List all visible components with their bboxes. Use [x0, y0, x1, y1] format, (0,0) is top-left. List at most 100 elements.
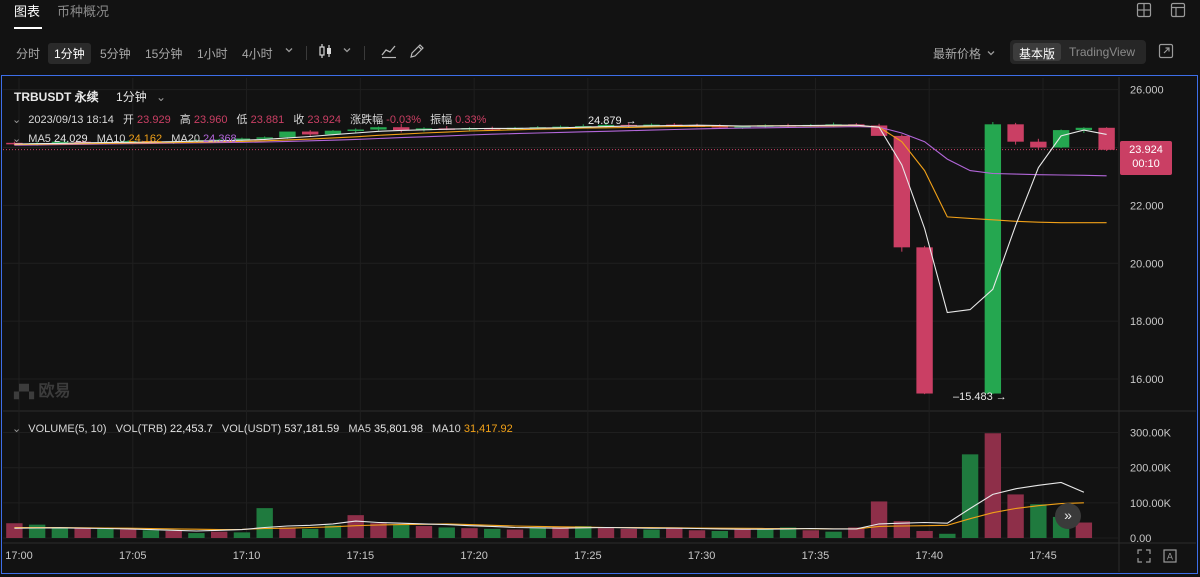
candle-body [1007, 124, 1024, 142]
volume-bar [506, 529, 524, 538]
low-label: 低 [236, 114, 248, 126]
volume-collapse-chevron-icon[interactable]: ⌄ [12, 423, 21, 435]
low-annotation-value: 15.483 [959, 391, 993, 403]
vol-usdt-value: 537,181.59 [284, 423, 340, 435]
volume-bar [165, 530, 182, 538]
okx-watermark: ▞▚ 欧易 [14, 377, 70, 401]
reset-scale-icon[interactable] [1137, 549, 1151, 566]
volume-bar [734, 529, 751, 538]
volume-bar [302, 528, 319, 538]
high-label: 高 [179, 114, 191, 126]
candle-body [1052, 130, 1070, 148]
current-price-marker: 23.924 00:10 [1120, 141, 1172, 175]
volume-bar [279, 527, 296, 538]
okx-logo-icon: ▞▚ [14, 384, 34, 399]
volume-bar [757, 528, 774, 538]
volume-bar [119, 529, 137, 538]
volume-bar [233, 532, 251, 538]
vol-usdt-label: VOL(USDT) [221, 423, 282, 435]
open-value: 23.929 [137, 114, 171, 126]
volume-bar [256, 508, 273, 538]
volume-ma10-line [14, 502, 1084, 531]
time-tick-label: 17:40 [915, 550, 943, 562]
volume-tick-label: 300.00K [1130, 428, 1172, 440]
candle-body [893, 135, 911, 248]
price-tick-label: 18.000 [1130, 316, 1164, 328]
ma5-label: MA5 [28, 133, 51, 145]
candle-body [279, 131, 296, 138]
volume-bar [484, 528, 501, 538]
time-tick-label: 17:25 [574, 550, 602, 562]
open-label: 开 [122, 114, 134, 126]
time-tick-label: 17:35 [802, 550, 830, 562]
price-legend-line1: TRBUSDT 永续 1分钟 ⌄ [14, 88, 166, 105]
volume-bar [415, 526, 433, 538]
volume-bar [620, 528, 637, 538]
volume-bar [210, 531, 228, 538]
volume-bar [666, 527, 683, 538]
candle-body [302, 131, 319, 135]
volume-tick-label: 200.00K [1130, 463, 1172, 475]
collapse-chevron-icon[interactable]: ⌄ [12, 114, 21, 126]
volume-bar [1007, 494, 1024, 538]
volume-bar [643, 529, 660, 538]
candle-body [916, 247, 933, 394]
ma5-line [14, 124, 1107, 314]
candle-body [984, 124, 1002, 394]
low-value: 23.881 [250, 114, 285, 126]
volume-bar [597, 528, 615, 538]
time-tick-label: 17:30 [688, 550, 716, 562]
interval-chevron-icon[interactable]: ⌄ [156, 90, 166, 104]
volume-bar [961, 454, 979, 538]
candle-countdown: 00:10 [1132, 158, 1160, 170]
high-annotation: 24.879 → [588, 115, 637, 127]
vol-ma10-value: 31,417.92 [463, 423, 513, 435]
symbol-label[interactable]: TRBUSDT 永续 [14, 90, 99, 104]
volume-bar [51, 527, 69, 538]
autoscale-icon[interactable]: A [1163, 549, 1177, 566]
ma10-value: 24.162 [128, 133, 163, 145]
volume-bar [529, 527, 546, 538]
scroll-to-latest-button[interactable]: » [1055, 503, 1081, 529]
volume-bar [97, 528, 114, 538]
price-tick-label: 26.000 [1130, 85, 1164, 97]
amplitude-value: 0.33% [455, 114, 487, 126]
candlestick-chart[interactable]: 26.00024.00022.00020.00018.00016.000300.… [0, 0, 1200, 577]
high-value: 23.960 [193, 114, 228, 126]
volume-bar [393, 524, 410, 538]
candle-body [347, 129, 364, 132]
vol-trb-label: VOL(TRB) [115, 423, 167, 435]
interval-label[interactable]: 1分钟 [116, 90, 147, 104]
candle-body [370, 127, 387, 130]
price-tick-label: 20.000 [1130, 258, 1164, 270]
volume-tick-label: 0.00 [1130, 533, 1151, 545]
candle-datetime: 2023/09/13 18:14 [28, 114, 114, 126]
price-tick-label: 22.000 [1130, 200, 1164, 212]
volume-bar [939, 533, 956, 538]
volume-ma5-line [14, 481, 1085, 532]
price-tick-label: 16.000 [1130, 374, 1164, 386]
volume-bar [28, 524, 46, 538]
volume-tick-label: 100.00K [1130, 498, 1172, 510]
vol-ma5-value: 35,801.98 [374, 423, 423, 435]
volume-bar [347, 515, 364, 538]
ma10-label: MA10 [96, 133, 126, 145]
candle-body [1098, 127, 1115, 150]
amplitude-label: 振幅 [430, 114, 453, 126]
volume-bar [688, 530, 706, 538]
ma-collapse-chevron-icon[interactable]: ⌄ [12, 133, 21, 145]
volume-bar [711, 530, 728, 538]
volume-legend: ⌄ VOLUME(5, 10) VOL(TRB) 22,453.7 VOL(US… [12, 422, 513, 435]
watermark-text: 欧易 [38, 383, 71, 400]
volume-title: VOLUME(5, 10) [28, 423, 107, 435]
double-chevron-right-icon: » [1064, 507, 1072, 523]
vol-trb-value: 22,453.7 [170, 423, 213, 435]
change-value: -0.03% [386, 114, 422, 126]
change-label: 涨跌幅 [350, 114, 384, 126]
volume-bar [461, 528, 478, 538]
volume-bar [438, 527, 455, 538]
volume-bar [916, 530, 933, 538]
current-price-value: 23.924 [1129, 144, 1163, 156]
volume-bar [825, 531, 842, 538]
candle-body [1030, 141, 1047, 148]
